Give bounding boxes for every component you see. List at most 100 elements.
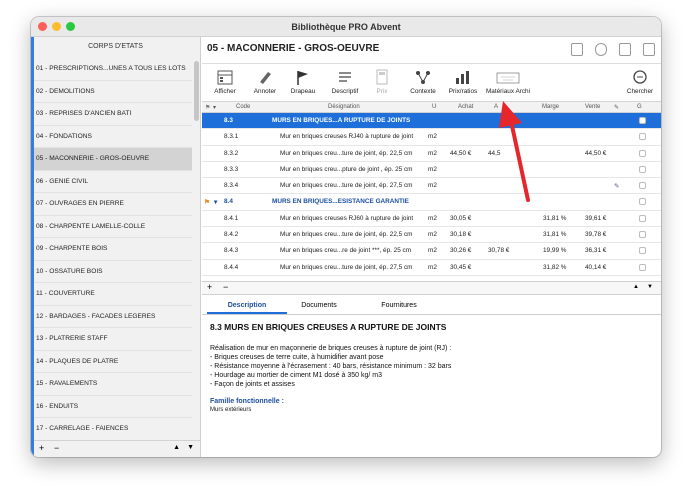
sidebar-item[interactable]: 16 - ENDUITS <box>34 396 192 418</box>
drapeau-label: Drapeau <box>290 88 316 95</box>
add-row-button[interactable]: + <box>207 282 212 292</box>
sidebar-item[interactable]: 14 - PLAQUES DE PLATRE <box>34 351 192 373</box>
disclosure-icon[interactable]: ▾ <box>214 198 217 206</box>
cell-designation: MURS EN BRIQUES...ESISTANCE GARANTIE <box>272 198 409 206</box>
sidebar-item[interactable]: 13 - PLATRERIE STAFF <box>34 328 192 351</box>
sidebar-item[interactable]: 12 - BARDAGES - FACADES LEGERES <box>34 306 192 328</box>
row-checkbox[interactable] <box>639 263 646 271</box>
column-designation[interactable]: Désignation <box>328 104 360 110</box>
sidebar-item[interactable]: 03 - REPRISES D'ANCIEN BATI <box>34 103 192 126</box>
cell-designation: Mur en briques creuses RJ60 à rupture de… <box>280 214 414 222</box>
cell-unit: m2 <box>428 247 437 255</box>
remove-category-button[interactable]: − <box>54 443 59 453</box>
sidebar-item[interactable]: 01 - PRESCRIPTIONS...UNES A TOUS LES LOT… <box>34 58 192 81</box>
row-checkbox[interactable] <box>639 214 646 222</box>
move-down-button[interactable]: ▼ <box>187 444 194 451</box>
table-row[interactable]: 8.4.2 Mur en briques creu...ture de joint… <box>202 227 661 244</box>
cell-vente: 44,50 € <box>585 149 607 157</box>
zoom-window-button[interactable] <box>66 22 75 31</box>
row-down-button[interactable]: ▼ <box>647 284 653 290</box>
materiaux-archi-button[interactable]: Matériaux Archi <box>483 67 533 95</box>
column-code[interactable]: Code <box>236 104 250 110</box>
minimize-window-button[interactable] <box>52 22 61 31</box>
add-category-button[interactable]: + <box>39 443 44 453</box>
description-line: - Résistance moyenne à l'écrasement : 40… <box>210 363 452 370</box>
sidebar-item[interactable]: 05 - MACONNERIE - GROS-OEUVRE <box>34 148 192 171</box>
annoter-button[interactable]: Annoter <box>250 67 280 95</box>
cell-unit: m2 <box>428 149 437 157</box>
close-window-button[interactable] <box>38 22 47 31</box>
sidebar-item[interactable]: 06 - GENIE CIVIL <box>34 171 192 193</box>
cell-code: 8.4 <box>224 198 233 206</box>
column-vente[interactable]: Vente <box>585 104 600 110</box>
cell-designation: MURS EN BRIQUES...A RUPTURE DE JOINTS <box>272 117 411 124</box>
description-panel[interactable]: 8.3 MURS EN BRIQUES CREUSES A RUPTURE DE… <box>202 315 661 423</box>
tab-description[interactable]: Description <box>207 302 287 314</box>
search-icon <box>633 70 647 84</box>
sidebar-item[interactable]: 08 - CHARPENTE LAMELLE-COLLE <box>34 216 192 238</box>
cell-unit: m2 <box>428 214 437 222</box>
tab-fournitures[interactable]: Fournitures <box>359 302 439 309</box>
cell-unit: m2 <box>428 231 437 239</box>
table-row[interactable]: 8.4.1 Mur en briques creuses RJ60 à ruptu… <box>202 211 661 228</box>
drapeau-button[interactable]: Drapeau <box>288 67 318 95</box>
remove-row-button[interactable]: − <box>223 282 228 292</box>
export-icon[interactable] <box>595 43 607 56</box>
column-a[interactable]: A <box>494 104 498 110</box>
cell-a: 44,5 <box>488 149 501 157</box>
sidebar-item[interactable]: 15 - RAVALEMENTS <box>34 373 192 396</box>
note-icon[interactable]: ✎ <box>614 182 619 190</box>
prix-button[interactable]: Prix <box>370 67 394 95</box>
column-achat[interactable]: Achat <box>458 104 473 110</box>
tab-documents[interactable]: Documents <box>279 302 359 309</box>
sort-column-icon[interactable]: ▾ <box>213 104 216 111</box>
contexte-button[interactable]: Contexte <box>406 67 440 95</box>
share-icon[interactable] <box>643 43 655 56</box>
row-checkbox[interactable] <box>639 149 646 157</box>
cell-code: 8.3.1 <box>224 133 239 141</box>
print-icon[interactable] <box>571 43 583 56</box>
table-row[interactable]: 8.3.3 Mur en briques creu...pture de join… <box>202 162 661 179</box>
flag-column-icon: ⚑ <box>205 105 211 111</box>
afficher-button[interactable]: Afficher <box>210 67 240 95</box>
row-checkbox[interactable] <box>639 198 646 206</box>
table-row[interactable]: 8.3.4 Mur en briques creu...ture de joint… <box>202 178 661 195</box>
sidebar-scrollbar[interactable] <box>194 61 199 121</box>
sidebar-item[interactable]: 09 - CHARPENTE BOIS <box>34 238 192 261</box>
table-row[interactable]: 8.3 MURS EN BRIQUES...A RUPTURE DE JOINTS <box>202 113 661 130</box>
table-row[interactable]: ⚑ ▾ 8.4 MURS EN BRIQUES...ESISTANCE GARANTI… <box>202 194 661 211</box>
move-up-button[interactable]: ▲ <box>173 444 180 451</box>
description-line: - Hourdage au mortier de ciment M1 dosé … <box>210 372 382 379</box>
toolbar: Afficher Annoter Drapeau Descriptif Prix… <box>202 64 661 102</box>
cell-marge: 31,81 % <box>543 231 567 239</box>
sidebar-item[interactable]: 02 - DEMOLITIONS <box>34 81 192 103</box>
descriptif-button[interactable]: Descriptif <box>328 67 362 95</box>
row-checkbox[interactable] <box>639 117 646 124</box>
column-unit[interactable]: U <box>432 104 436 110</box>
chercher-button[interactable]: Chercher <box>624 67 656 95</box>
column-marge[interactable]: Marge <box>542 104 559 110</box>
sidebar-item[interactable]: 11 - COUVERTURE <box>34 283 192 306</box>
row-checkbox[interactable] <box>639 133 646 141</box>
cell-designation: Mur en briques creu...ture de joint, ép.… <box>280 182 413 190</box>
row-checkbox[interactable] <box>639 165 646 173</box>
prix-ratios-button[interactable]: Prix/ratios <box>445 67 481 95</box>
column-g[interactable]: G <box>637 104 642 110</box>
sidebar-item[interactable]: 04 - FONDATIONS <box>34 126 192 148</box>
contexte-label: Contexte <box>410 88 436 95</box>
row-up-button[interactable]: ▲ <box>633 284 639 290</box>
table-row[interactable]: 8.4.4 Mur en briques creu...ture de joint… <box>202 260 661 276</box>
sidebar-item[interactable]: 10 - OSSATURE BOIS <box>34 261 192 283</box>
sidebar-item[interactable]: 17 - CARRELAGE - FAIENCES <box>34 418 192 441</box>
flag-icon[interactable]: ⚑ <box>204 198 210 206</box>
row-checkbox[interactable] <box>639 247 646 255</box>
table-row[interactable]: 8.3.2 Mur en briques creu...ture de joint… <box>202 146 661 162</box>
cell-designation: Mur en briques creu...pture de joint , é… <box>280 165 413 173</box>
cell-code: 8.3 <box>224 117 233 124</box>
row-checkbox[interactable] <box>639 182 646 190</box>
document-icon[interactable] <box>619 43 631 56</box>
table-row[interactable]: 8.4.3 Mur en briques creu...re de joint *… <box>202 243 661 260</box>
table-row[interactable]: 8.3.1 Mur en briques creuses RJ40 à ruptu… <box>202 129 661 146</box>
sidebar-item[interactable]: 07 - OUVRAGES EN PIERRE <box>34 193 192 216</box>
row-checkbox[interactable] <box>639 231 646 239</box>
